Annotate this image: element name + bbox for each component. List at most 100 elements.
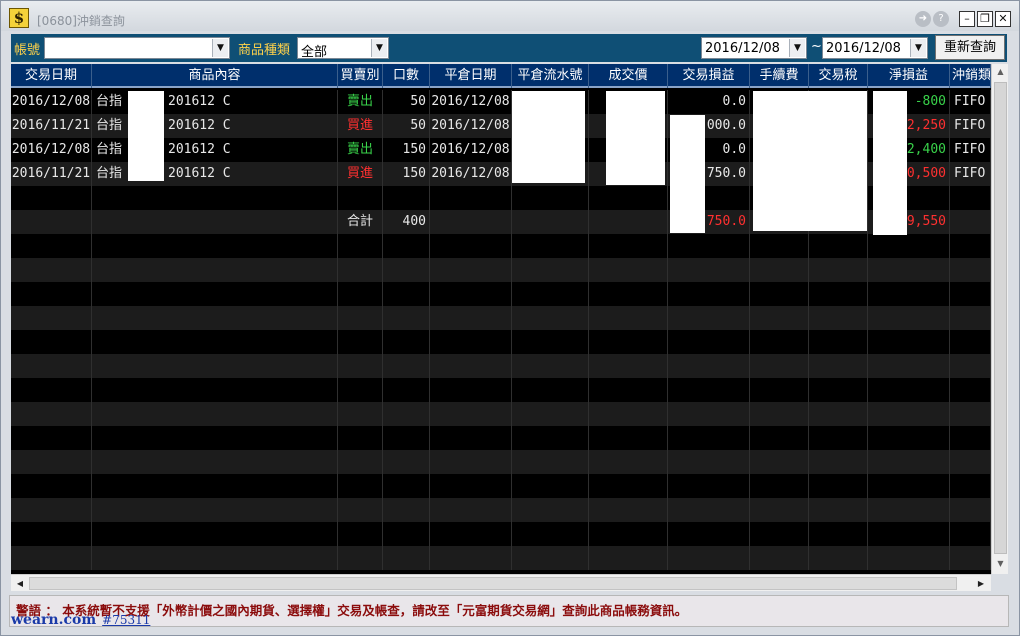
col-side[interactable]: 買賣別 xyxy=(338,64,383,88)
table-row[interactable] xyxy=(11,450,991,474)
cell-net xyxy=(868,282,950,306)
calendar-dropdown-icon[interactable]: ▼ xyxy=(910,39,926,57)
vertical-scroll-thumb[interactable] xyxy=(994,82,1007,554)
table-row[interactable] xyxy=(11,258,991,282)
col-trade-date[interactable]: 交易日期 xyxy=(11,64,92,88)
cell-serial xyxy=(512,354,589,378)
cell-price xyxy=(589,474,668,498)
col-serial[interactable]: 平倉流水號 xyxy=(512,64,589,88)
horizontal-scrollbar[interactable]: ◀ ▶ xyxy=(11,574,991,591)
cell-qty xyxy=(383,402,430,426)
table-row[interactable] xyxy=(11,234,991,258)
cell-fee xyxy=(750,234,809,258)
cell-side xyxy=(338,522,383,546)
table-row[interactable] xyxy=(11,306,991,330)
product-type-select[interactable]: 全部 ▼ xyxy=(297,37,389,60)
date-to-picker[interactable]: 2016/12/08 ▼ xyxy=(822,37,928,59)
table-row[interactable] xyxy=(11,354,991,378)
table-row[interactable] xyxy=(11,282,991,306)
vertical-scrollbar[interactable]: ▲ ▼ xyxy=(991,64,1008,574)
cell-tax xyxy=(809,474,868,498)
cell-trade-date: 2016/12/08 xyxy=(11,90,92,114)
scroll-right-icon[interactable]: ▶ xyxy=(973,576,989,591)
cell-side: 賣出 xyxy=(338,138,383,162)
cell-price xyxy=(589,426,668,450)
cell-qty: 150 xyxy=(383,162,430,186)
date-from-value: 2016/12/08 xyxy=(705,41,780,56)
cell-method xyxy=(950,306,991,330)
cell-method: FIFO xyxy=(950,114,991,138)
cell-product-a xyxy=(92,378,128,402)
requery-button[interactable]: 重新查詢 xyxy=(935,35,1005,60)
close-icon[interactable]: ✕ xyxy=(995,11,1011,27)
scroll-down-icon[interactable]: ▼ xyxy=(993,556,1008,572)
cell-net xyxy=(868,258,950,282)
cell-trade-date: 2016/11/21 xyxy=(11,114,92,138)
cell-product-b: 201612 C xyxy=(164,162,338,186)
cell-product-b xyxy=(164,426,338,450)
table-row[interactable] xyxy=(11,546,991,570)
col-pnl[interactable]: 交易損益 xyxy=(668,64,750,88)
table-row[interactable] xyxy=(11,378,991,402)
cell-close-date xyxy=(430,258,512,282)
cell-trade-date xyxy=(11,306,92,330)
table-row[interactable] xyxy=(11,402,991,426)
col-close-date[interactable]: 平倉日期 xyxy=(430,64,512,88)
cell-trade-date xyxy=(11,330,92,354)
col-product[interactable]: 商品內容 xyxy=(92,64,338,88)
cell-serial xyxy=(512,258,589,282)
col-tax[interactable]: 交易稅 xyxy=(809,64,868,88)
cell-qty: 150 xyxy=(383,138,430,162)
cell-side: 合計 xyxy=(338,210,383,234)
chevron-down-icon[interactable]: ▼ xyxy=(371,39,387,57)
date-from-picker[interactable]: 2016/12/08 ▼ xyxy=(701,37,807,59)
cell-price xyxy=(589,258,668,282)
cell-side: 買進 xyxy=(338,114,383,138)
cell-pnl xyxy=(668,426,750,450)
restore-icon[interactable]: ❐ xyxy=(977,11,993,27)
cell-serial xyxy=(512,498,589,522)
cell-close-date: 2016/12/08 xyxy=(430,90,512,114)
title-bar[interactable]: $ [0680]沖銷查詢 ➜ ? – ❐ ✕ xyxy=(1,1,1019,31)
cell-pnl xyxy=(668,258,750,282)
table-row[interactable] xyxy=(11,498,991,522)
cell-product-b xyxy=(164,282,338,306)
cell-side xyxy=(338,186,383,210)
col-method[interactable]: 沖銷類 xyxy=(950,64,991,88)
horizontal-scroll-thumb[interactable] xyxy=(29,577,957,590)
cell-product-a xyxy=(92,546,128,570)
scroll-left-icon[interactable]: ◀ xyxy=(12,576,28,591)
cell-net xyxy=(868,330,950,354)
minimize-icon[interactable]: – xyxy=(959,11,975,27)
cell-serial xyxy=(512,522,589,546)
cell-tax xyxy=(809,330,868,354)
export-icon[interactable]: ➜ xyxy=(915,11,931,27)
cell-method xyxy=(950,522,991,546)
col-price[interactable]: 成交價 xyxy=(589,64,668,88)
cell-qty xyxy=(383,306,430,330)
cell-side xyxy=(338,450,383,474)
cell-method xyxy=(950,330,991,354)
account-select[interactable]: ▼ xyxy=(44,37,230,59)
cell-fee xyxy=(750,282,809,306)
redaction-block xyxy=(606,91,665,185)
chevron-down-icon[interactable]: ▼ xyxy=(212,39,228,57)
col-fee[interactable]: 手續費 xyxy=(750,64,809,88)
table-row[interactable] xyxy=(11,522,991,546)
cell-net xyxy=(868,306,950,330)
col-net[interactable]: 淨損益 xyxy=(868,64,950,88)
cell-pnl xyxy=(668,546,750,570)
calendar-dropdown-icon[interactable]: ▼ xyxy=(789,39,805,57)
redaction-block xyxy=(753,91,867,231)
table-row[interactable] xyxy=(11,426,991,450)
table-row[interactable] xyxy=(11,330,991,354)
help-icon[interactable]: ? xyxy=(933,11,949,27)
cell-close-date: 2016/12/08 xyxy=(430,138,512,162)
cell-qty xyxy=(383,450,430,474)
col-qty[interactable]: 口數 xyxy=(383,64,430,88)
cell-product-a xyxy=(92,498,128,522)
scroll-up-icon[interactable]: ▲ xyxy=(993,64,1008,80)
table-row[interactable] xyxy=(11,474,991,498)
cell-serial xyxy=(512,186,589,210)
cell-serial xyxy=(512,426,589,450)
